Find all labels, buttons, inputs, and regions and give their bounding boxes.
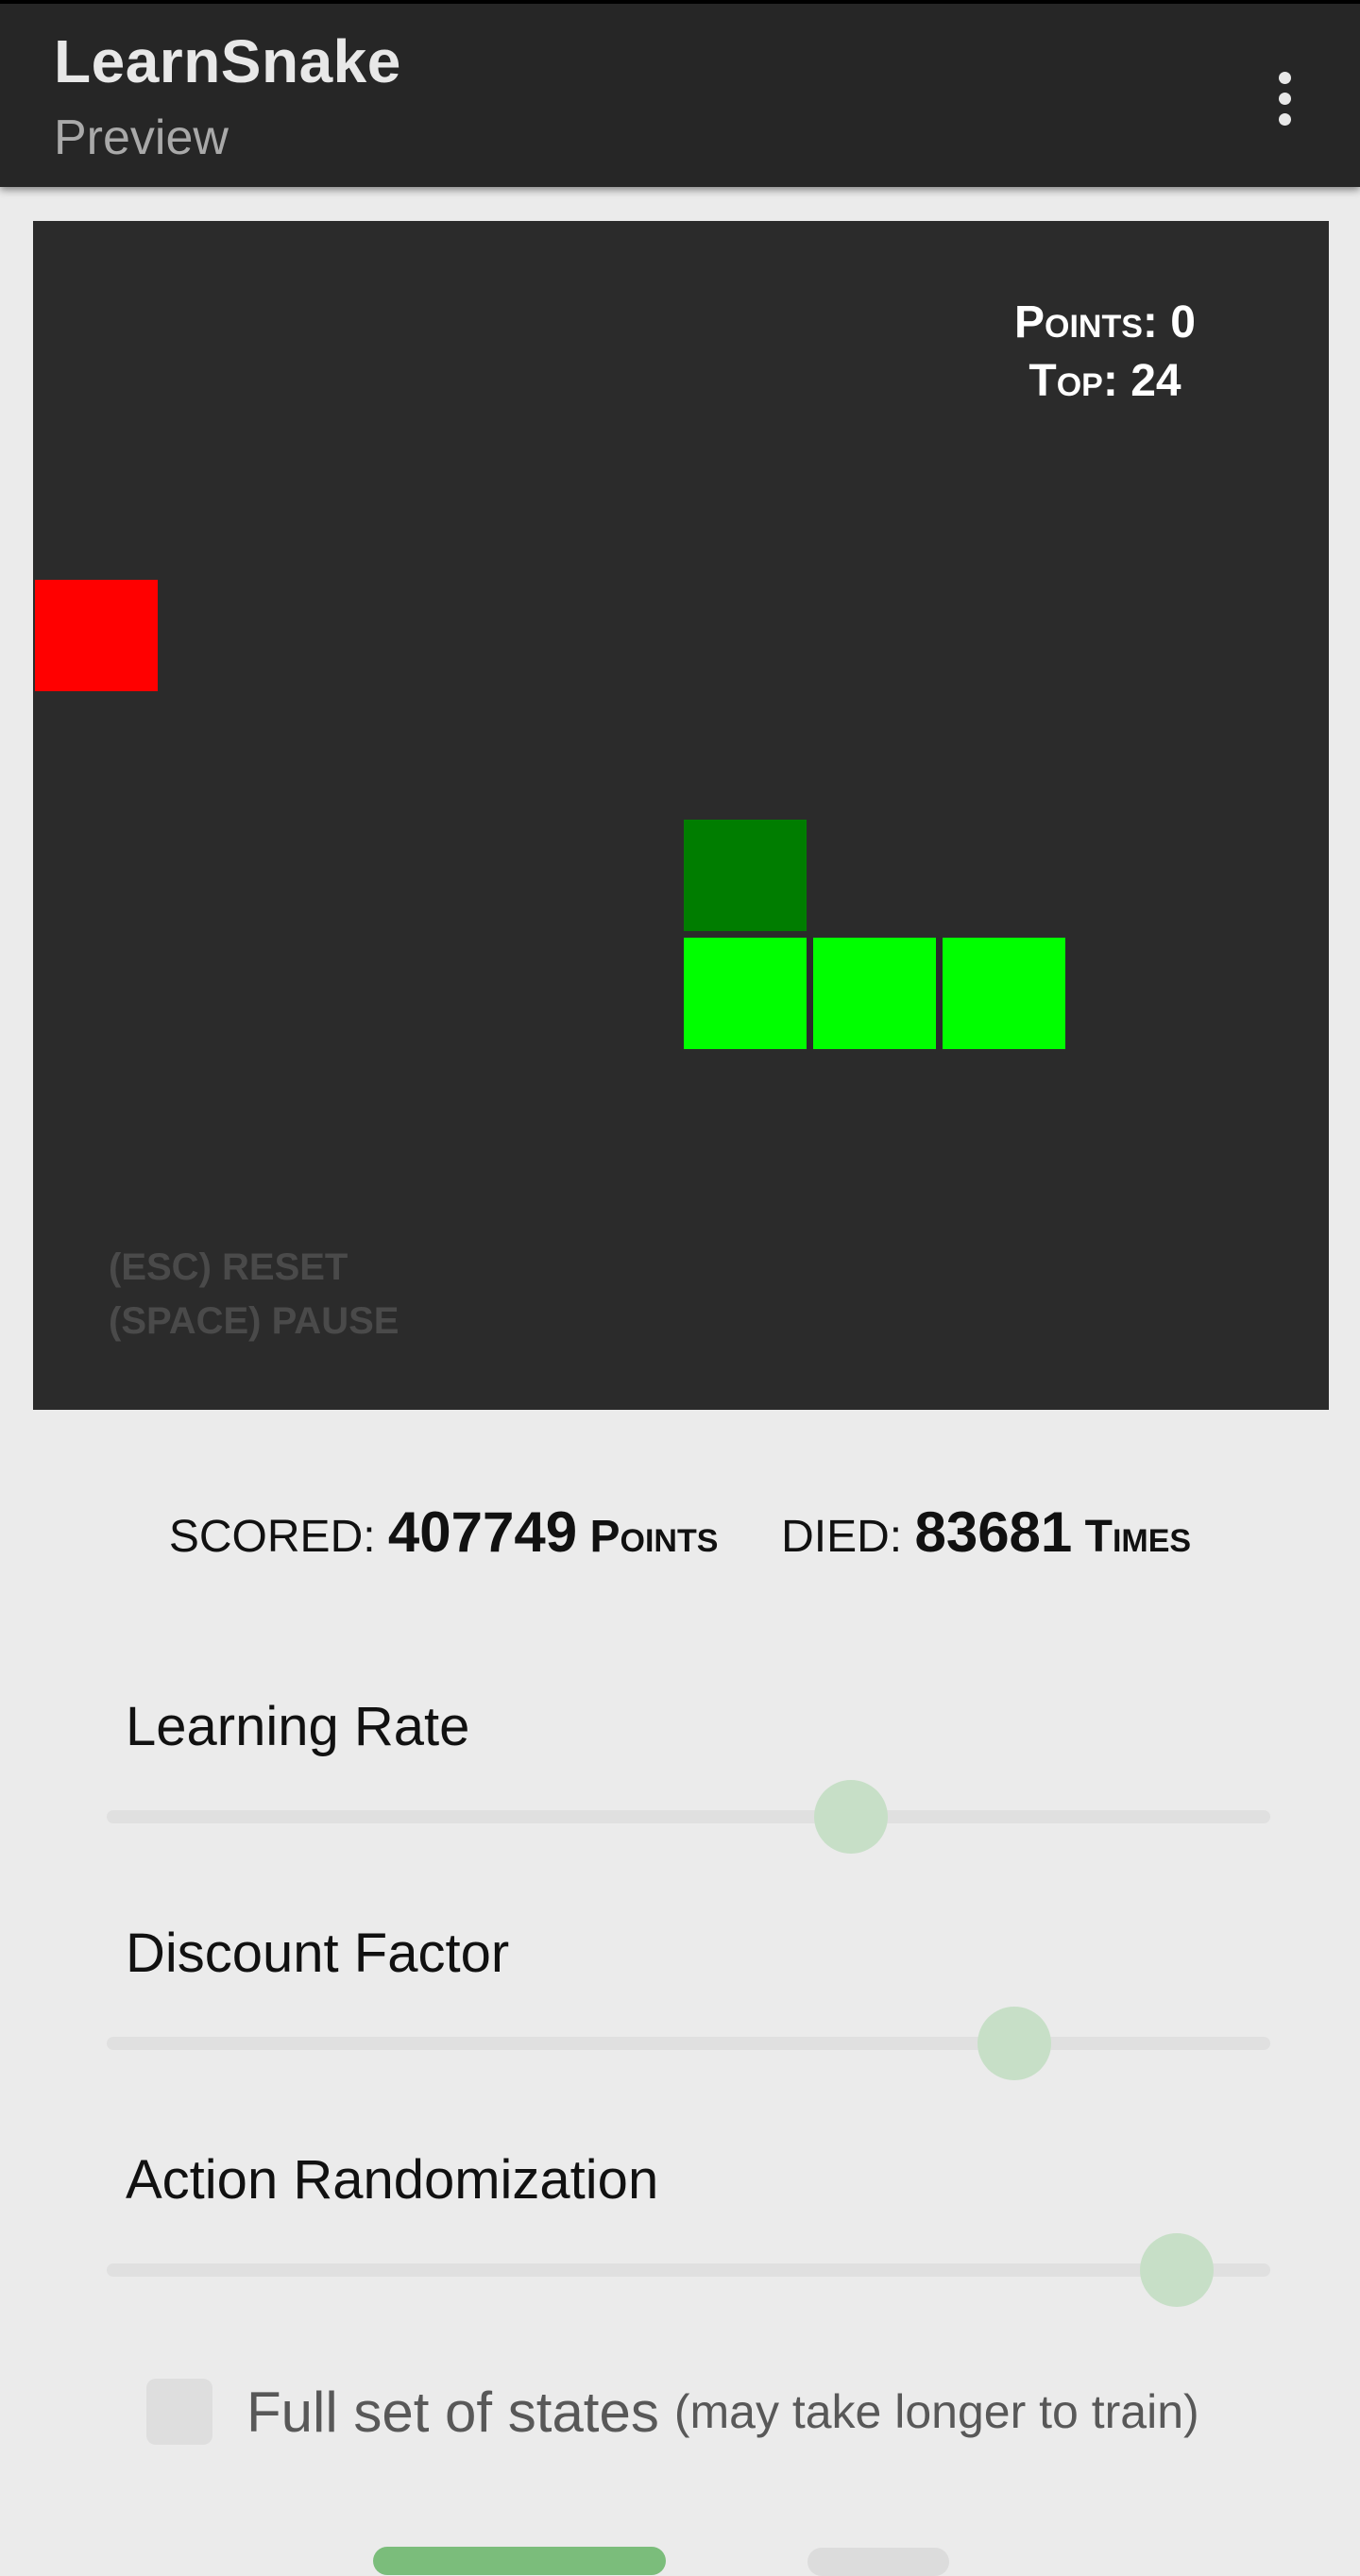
discount-factor-label: Discount Factor [126, 1923, 510, 1984]
top-value: 24 [1130, 356, 1182, 406]
learning-rate-label: Learning Rate [126, 1696, 470, 1757]
full-states-label: Full set of states [246, 2380, 659, 2444]
discount-factor-slider[interactable] [107, 2007, 1270, 2080]
menu-dot [1278, 112, 1291, 126]
food-tile [35, 580, 158, 691]
died-unit: Times [1084, 1512, 1192, 1562]
died-label: DIED: [781, 1512, 903, 1562]
died-value: 83681 [914, 1500, 1073, 1564]
game-board[interactable]: Points: 0 Top: 24 (ESC) RESET (SPACE) PA… [33, 221, 1329, 1410]
action-randomization-slider[interactable] [107, 2233, 1270, 2307]
snake-head [684, 820, 807, 931]
key-hints: (ESC) RESET (SPACE) PAUSE [109, 1241, 399, 1348]
full-states-option[interactable]: Full set of states (may take longer to t… [146, 2374, 1199, 2449]
full-states-note: (may take longer to train) [673, 2385, 1199, 2438]
train-button[interactable] [373, 2547, 666, 2575]
full-states-checkbox[interactable] [146, 2379, 212, 2445]
menu-dot [1278, 71, 1291, 84]
action-randomization-thumb[interactable] [1140, 2233, 1215, 2307]
scored-value: 407749 [387, 1500, 578, 1564]
points-label: Points: [1014, 297, 1158, 347]
app-bar: LearnSnake Preview [0, 4, 1360, 187]
points-value: 0 [1170, 297, 1196, 347]
top-label: Top: [1028, 356, 1118, 406]
more-vert-icon[interactable] [1256, 60, 1313, 136]
snake-body-segment [684, 938, 807, 1049]
learning-rate-thumb[interactable] [814, 1780, 889, 1854]
discount-factor-thumb[interactable] [977, 2007, 1051, 2080]
learning-rate-slider[interactable] [107, 1780, 1270, 1854]
snake-body-segment [813, 938, 936, 1049]
app-title: LearnSnake [54, 27, 401, 95]
secondary-button[interactable] [808, 2548, 949, 2576]
training-stats: SCORED: 407749 Points DIED: 83681 Times [0, 1500, 1360, 1565]
points-readout: Points: 0 [963, 294, 1247, 352]
reset-hint: (ESC) RESET [109, 1246, 348, 1288]
snake-body-segment [943, 938, 1065, 1049]
scored-label: SCORED: [168, 1512, 376, 1562]
scored-unit: Points [589, 1512, 719, 1562]
top-readout: Top: 24 [963, 352, 1247, 411]
action-randomization-label: Action Randomization [126, 2149, 659, 2211]
pause-hint: (SPACE) PAUSE [109, 1300, 400, 1342]
app-subtitle: Preview [54, 110, 229, 165]
score-hud: Points: 0 Top: 24 [963, 294, 1247, 411]
menu-dot [1278, 92, 1291, 105]
